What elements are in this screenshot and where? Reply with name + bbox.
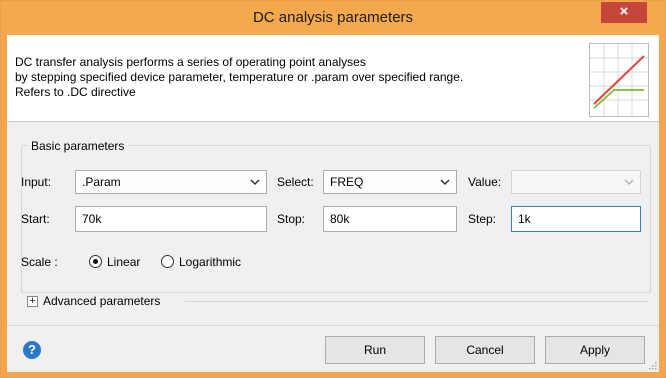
run-button[interactable]: Run bbox=[325, 336, 425, 364]
advanced-divider bbox=[185, 301, 649, 302]
dialog-client: DC transfer analysis performs a series o… bbox=[7, 35, 659, 372]
select-label: Select: bbox=[277, 175, 314, 189]
help-icon[interactable]: ? bbox=[23, 341, 41, 359]
basic-parameters-label: Basic parameters bbox=[27, 139, 129, 153]
parameter-select-value: FREQ bbox=[330, 175, 364, 189]
scale-linear-label[interactable]: Linear bbox=[107, 255, 140, 269]
advanced-expander-button[interactable]: + bbox=[27, 296, 38, 307]
apply-button[interactable]: Apply bbox=[545, 336, 645, 364]
description-line-3: Refers to .DC directive bbox=[15, 85, 136, 99]
description-line-1: DC transfer analysis performs a series o… bbox=[15, 55, 366, 69]
title-bar[interactable]: DC analysis parameters × bbox=[1, 1, 665, 35]
input-select[interactable]: .Param bbox=[75, 170, 267, 194]
dialog-title: DC analysis parameters bbox=[252, 9, 414, 26]
parameter-select[interactable]: FREQ bbox=[323, 170, 457, 194]
scale-logarithmic-radio[interactable] bbox=[161, 255, 174, 268]
input-label: Input: bbox=[21, 175, 52, 189]
close-icon: × bbox=[619, 3, 629, 20]
chevron-down-icon bbox=[250, 179, 260, 186]
dc-sweep-chart-icon bbox=[589, 43, 649, 117]
close-button[interactable]: × bbox=[601, 2, 647, 23]
description-line-2: by stepping specified device parameter, … bbox=[15, 70, 464, 84]
help-glyph: ? bbox=[28, 342, 36, 357]
step-input[interactable] bbox=[511, 206, 641, 232]
stop-input[interactable] bbox=[323, 206, 457, 232]
scale-label: Scale : bbox=[21, 255, 58, 269]
step-label: Step: bbox=[468, 212, 497, 226]
dialog-window: DC analysis parameters × DC transfer ana… bbox=[0, 0, 666, 378]
button-bar: ? Run Cancel Apply bbox=[7, 325, 659, 372]
cancel-button[interactable]: Cancel bbox=[435, 336, 535, 364]
value-select bbox=[511, 170, 641, 194]
resize-grip-icon[interactable] bbox=[647, 360, 657, 370]
plus-icon: + bbox=[29, 295, 36, 307]
start-input[interactable] bbox=[75, 206, 267, 232]
chevron-down-icon bbox=[440, 179, 450, 186]
input-select-value: .Param bbox=[82, 175, 121, 189]
chevron-down-icon bbox=[624, 179, 634, 186]
start-label: Start: bbox=[21, 212, 50, 226]
stop-label: Stop: bbox=[277, 212, 306, 226]
scale-linear-radio[interactable] bbox=[89, 255, 102, 268]
description-panel: DC transfer analysis performs a series o… bbox=[7, 35, 659, 122]
value-label: Value: bbox=[468, 175, 502, 189]
advanced-parameters-label[interactable]: Advanced parameters bbox=[43, 294, 160, 308]
scale-logarithmic-label[interactable]: Logarithmic bbox=[179, 255, 241, 269]
